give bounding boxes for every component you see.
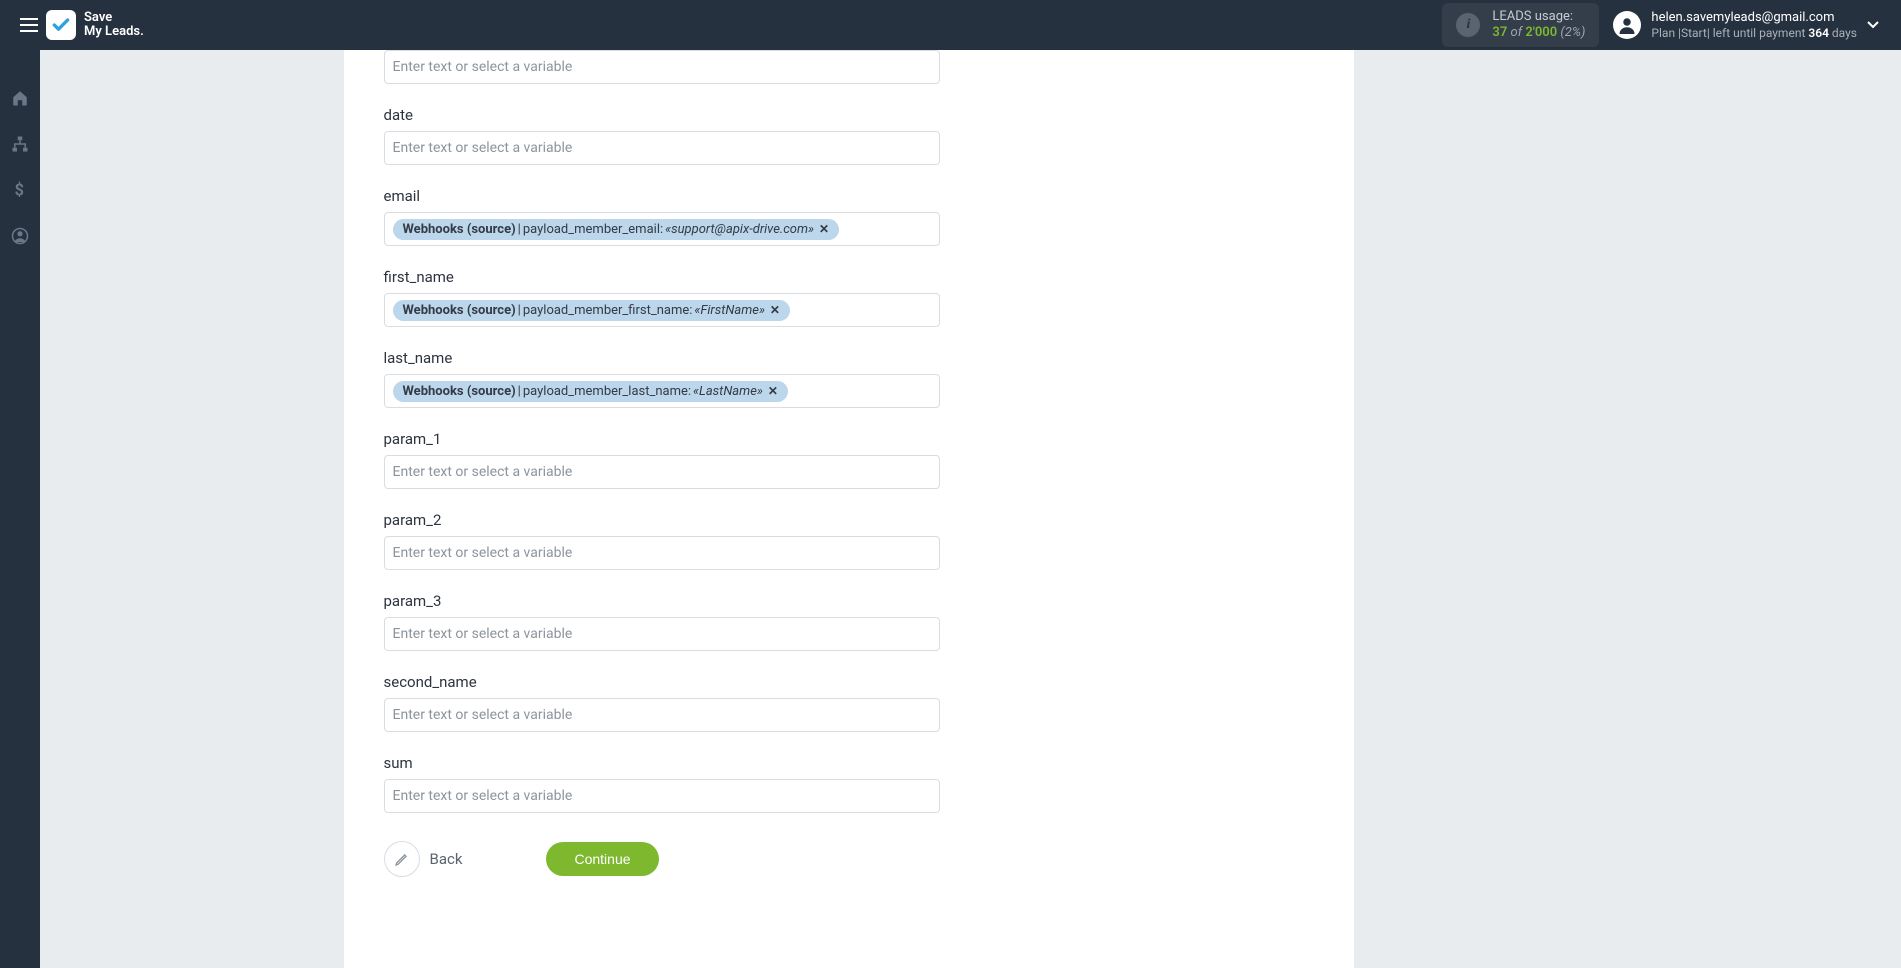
home-icon (11, 89, 29, 107)
tag-remove-button[interactable]: ✕ (768, 384, 778, 398)
sidebar-item-home[interactable] (0, 86, 40, 110)
form-field-date: date Enter text or select a variable (384, 96, 1314, 165)
form-panel: Enter text or select a variable date Enter… (344, 50, 1354, 968)
tag-source: Webhooks (source) (403, 384, 516, 399)
tag-value: «FirstName» (694, 303, 765, 318)
variable-tag: Webhooks (source) | payload_member_email… (393, 219, 840, 240)
brand-logo[interactable]: Save My Leads. (46, 10, 144, 40)
variable-input[interactable]: Webhooks (source) | payload_member_email… (384, 212, 940, 246)
form-field-param_1: param_1 Enter text or select a variable (384, 420, 1314, 489)
input-placeholder: Enter text or select a variable (393, 541, 573, 565)
hamburger-icon (20, 18, 38, 32)
tag-value: «support@apix-drive.com» (665, 222, 814, 237)
form-field-email: email Webhooks (source) | payload_member_… (384, 177, 1314, 246)
sidebar-item-connections[interactable] (0, 132, 40, 156)
field-label: param_1 (384, 430, 1314, 448)
variable-input[interactable]: Enter text or select a variable (384, 536, 940, 570)
menu-toggle-button[interactable] (12, 13, 46, 37)
continue-button[interactable]: Continue (546, 842, 658, 876)
account-menu[interactable]: helen.savemyleads@gmail.com Plan |Start|… (1613, 10, 1857, 40)
tag-field: payload_member_last_name: (523, 384, 691, 399)
tag-value: «LastName» (693, 384, 763, 399)
form-field-sum: sum Enter text or select a variable (384, 744, 1314, 813)
field-label: first_name (384, 268, 1314, 286)
leads-usage-text: LEADS usage: 37 of 2'000 (2%) (1492, 9, 1585, 40)
tag-remove-button[interactable]: ✕ (819, 222, 829, 236)
variable-input[interactable]: Enter text or select a variable (384, 455, 940, 489)
logo-icon (46, 10, 76, 40)
sitemap-icon (11, 135, 29, 153)
form-field-first_name: first_name Webhooks (source) | payload_me… (384, 258, 1314, 327)
dollar-icon: $ (13, 181, 27, 199)
input-placeholder: Enter text or select a variable (393, 460, 573, 484)
variable-input[interactable]: Enter text or select a variable (384, 50, 940, 84)
field-label: param_3 (384, 592, 1314, 610)
field-label: last_name (384, 349, 1314, 367)
variable-input[interactable]: Webhooks (source) | payload_member_last_… (384, 374, 940, 408)
account-dropdown-toggle[interactable] (1857, 18, 1889, 32)
variable-input[interactable]: Enter text or select a variable (384, 131, 940, 165)
variable-input[interactable]: Webhooks (source) | payload_member_first… (384, 293, 940, 327)
variable-tag: Webhooks (source) | payload_member_first… (393, 300, 790, 321)
svg-text:$: $ (15, 181, 24, 199)
sidebar-item-billing[interactable]: $ (0, 178, 40, 202)
input-placeholder: Enter text or select a variable (393, 784, 573, 808)
variable-input[interactable]: Enter text or select a variable (384, 617, 940, 651)
tag-source: Webhooks (source) (403, 303, 516, 318)
pencil-icon (394, 851, 410, 867)
form-field-second_name: second_name Enter text or select a variab… (384, 663, 1314, 732)
tag-field: payload_member_first_name: (523, 303, 693, 318)
leads-usage-widget[interactable]: i LEADS usage: 37 of 2'000 (2%) (1442, 3, 1599, 46)
chevron-down-icon (1867, 21, 1879, 29)
variable-input[interactable]: Enter text or select a variable (384, 698, 940, 732)
back-label: Back (430, 850, 463, 868)
form-field-top: Enter text or select a variable (384, 50, 1314, 84)
info-icon: i (1456, 13, 1480, 37)
field-label: sum (384, 754, 1314, 772)
back-button[interactable] (384, 841, 420, 877)
form-actions: Back Continue (384, 841, 940, 877)
input-placeholder: Enter text or select a variable (393, 55, 573, 79)
avatar-icon (1613, 11, 1641, 39)
field-label: date (384, 106, 1314, 124)
main-content: Enter text or select a variable date Enter… (40, 50, 1901, 968)
form-field-param_2: param_2 Enter text or select a variable (384, 501, 1314, 570)
sidebar-nav: $ (0, 50, 40, 968)
user-circle-icon (11, 227, 29, 245)
tag-source: Webhooks (source) (403, 222, 516, 237)
sidebar-item-account[interactable] (0, 224, 40, 248)
variable-input[interactable]: Enter text or select a variable (384, 779, 940, 813)
tag-remove-button[interactable]: ✕ (770, 303, 780, 317)
tag-field: payload_member_email: (523, 222, 663, 237)
input-placeholder: Enter text or select a variable (393, 622, 573, 646)
field-label: second_name (384, 673, 1314, 691)
form-field-last_name: last_name Webhooks (source) | payload_mem… (384, 339, 1314, 408)
variable-tag: Webhooks (source) | payload_member_last_… (393, 381, 788, 402)
app-header: Save My Leads. i LEADS usage: 37 of 2'00… (0, 0, 1901, 50)
input-placeholder: Enter text or select a variable (393, 136, 573, 160)
brand-name: Save My Leads. (84, 11, 144, 40)
account-info: helen.savemyleads@gmail.com Plan |Start|… (1651, 10, 1857, 40)
field-label: email (384, 187, 1314, 205)
input-placeholder: Enter text or select a variable (393, 703, 573, 727)
field-label: param_2 (384, 511, 1314, 529)
form-field-param_3: param_3 Enter text or select a variable (384, 582, 1314, 651)
